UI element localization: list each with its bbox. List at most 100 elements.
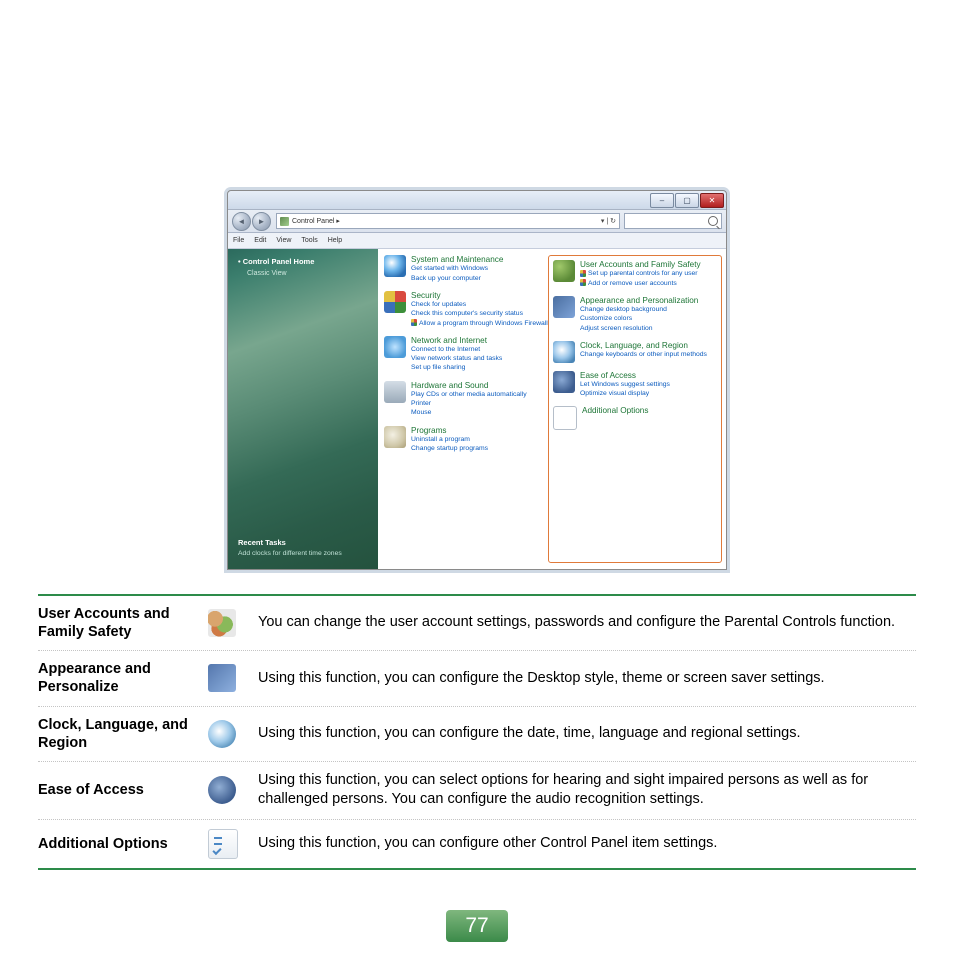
sidebar: Control Panel Home Classic View Recent T… xyxy=(228,249,378,569)
doc-row-desc: Using this function, you can configure t… xyxy=(258,724,916,744)
category-icon xyxy=(553,371,575,393)
category-title[interactable]: Security xyxy=(411,291,548,300)
maximize-button[interactable]: ▢ xyxy=(675,193,699,208)
category-item: System and MaintenanceGet started with W… xyxy=(384,255,548,283)
search-icon xyxy=(708,216,718,226)
doc-row: Appearance and Personalize Using this fun… xyxy=(38,651,916,706)
category-item: Additional Options xyxy=(553,406,717,430)
categories-right-highlighted: User Accounts and Family SafetySet up pa… xyxy=(548,255,722,563)
category-title[interactable]: Programs xyxy=(411,426,488,435)
add-icon xyxy=(208,829,238,859)
menu-file[interactable]: File xyxy=(233,237,244,244)
category-icon xyxy=(384,291,406,313)
doc-row-label: Additional Options xyxy=(38,835,208,853)
navbar: ◄ ► Control Panel ▸ ▾ | ↻ xyxy=(228,210,726,233)
address-bar[interactable]: Control Panel ▸ ▾ | ↻ xyxy=(276,213,620,229)
doc-row-desc: Using this function, you can select opti… xyxy=(258,771,916,810)
category-title[interactable]: User Accounts and Family Safety xyxy=(580,260,701,269)
category-sublink[interactable]: Let Windows suggest settings xyxy=(580,380,670,389)
category-sublink-shielded[interactable]: Add or remove user accounts xyxy=(580,279,701,288)
menubar: File Edit View Tools Help xyxy=(228,233,726,249)
doc-row-label: Clock, Language, and Region xyxy=(38,716,208,752)
categories-left: System and MaintenanceGet started with W… xyxy=(384,255,548,563)
category-title[interactable]: Ease of Access xyxy=(580,371,670,380)
main-panel: System and MaintenanceGet started with W… xyxy=(378,249,726,569)
clock-icon xyxy=(208,720,236,748)
category-item: Network and InternetConnect to the Inter… xyxy=(384,336,548,373)
category-item: Appearance and PersonalizationChange des… xyxy=(553,296,717,333)
doc-row: Clock, Language, and Region Using this fu… xyxy=(38,707,916,762)
forward-button[interactable]: ► xyxy=(252,212,271,231)
sidebar-home[interactable]: Control Panel Home xyxy=(238,257,368,266)
back-button[interactable]: ◄ xyxy=(232,212,251,231)
category-icon xyxy=(553,406,577,430)
breadcrumb-text: Control Panel ▸ xyxy=(292,217,340,225)
category-sublink[interactable]: Set up file sharing xyxy=(411,363,502,372)
category-title[interactable]: System and Maintenance xyxy=(411,255,503,264)
category-sublink[interactable]: Check this computer's security status xyxy=(411,309,548,318)
category-item: User Accounts and Family SafetySet up pa… xyxy=(553,260,717,288)
close-button[interactable]: ✕ xyxy=(700,193,724,208)
ease-icon xyxy=(208,776,236,804)
category-sublink[interactable]: Connect to the Internet xyxy=(411,345,502,354)
control-panel-window: – ▢ ✕ ◄ ► Control Panel ▸ ▾ | ↻ File Edi… xyxy=(227,190,727,570)
category-sublink[interactable]: Adjust screen resolution xyxy=(580,324,698,333)
users-icon xyxy=(208,609,236,637)
sidebar-classic-view[interactable]: Classic View xyxy=(247,270,368,277)
shield-icon xyxy=(580,270,586,277)
category-item: ProgramsUninstall a programChange startu… xyxy=(384,426,548,454)
doc-row-label: User Accounts and Family Safety xyxy=(38,605,208,641)
category-icon xyxy=(384,255,406,277)
doc-row-desc: Using this function, you can configure t… xyxy=(258,669,916,689)
category-icon xyxy=(384,336,406,358)
category-sublink[interactable]: Optimize visual display xyxy=(580,389,670,398)
category-sublink-shielded[interactable]: Set up parental controls for any user xyxy=(580,269,701,278)
category-sublink[interactable]: Change keyboards or other input methods xyxy=(580,350,707,359)
titlebar: – ▢ ✕ xyxy=(228,191,726,210)
category-sublink[interactable]: Mouse xyxy=(411,408,527,417)
doc-row: User Accounts and Family Safety You can c… xyxy=(38,596,916,651)
doc-row-label: Ease of Access xyxy=(38,781,208,799)
category-item: Clock, Language, and RegionChange keyboa… xyxy=(553,341,717,363)
category-title[interactable]: Hardware and Sound xyxy=(411,381,527,390)
doc-row: Ease of Access Using this function, you c… xyxy=(38,762,916,820)
menu-help[interactable]: Help xyxy=(328,237,342,244)
recent-tasks-heading: Recent Tasks xyxy=(238,538,368,547)
category-item: SecurityCheck for updatesCheck this comp… xyxy=(384,291,548,328)
doc-row: Additional Options Using this function, y… xyxy=(38,820,916,868)
category-sublink-shielded[interactable]: Allow a program through Windows Firewall xyxy=(411,319,548,328)
category-sublink[interactable]: Change desktop background xyxy=(580,305,698,314)
search-input[interactable] xyxy=(624,213,722,229)
category-icon xyxy=(384,381,406,403)
category-sublink[interactable]: View network status and tasks xyxy=(411,354,502,363)
category-sublink[interactable]: Change startup programs xyxy=(411,444,488,453)
category-icon xyxy=(553,260,575,282)
category-sublink[interactable]: Check for updates xyxy=(411,300,548,309)
category-sublink[interactable]: Printer xyxy=(411,399,527,408)
doc-row-label: Appearance and Personalize xyxy=(38,660,208,696)
category-title[interactable]: Additional Options xyxy=(582,406,648,415)
minimize-button[interactable]: – xyxy=(650,193,674,208)
shield-icon xyxy=(580,279,586,286)
category-item: Ease of AccessLet Windows suggest settin… xyxy=(553,371,717,399)
category-sublink[interactable]: Uninstall a program xyxy=(411,435,488,444)
category-item: Hardware and SoundPlay CDs or other medi… xyxy=(384,381,548,418)
control-panel-icon xyxy=(280,217,289,226)
category-sublink[interactable]: Get started with Windows xyxy=(411,264,503,273)
category-sublink[interactable]: Back up your computer xyxy=(411,274,503,283)
category-sublink[interactable]: Play CDs or other media automatically xyxy=(411,390,527,399)
menu-view[interactable]: View xyxy=(276,237,291,244)
category-title[interactable]: Network and Internet xyxy=(411,336,502,345)
doc-row-desc: You can change the user account settings… xyxy=(258,613,916,633)
doc-row-desc: Using this function, you can configure o… xyxy=(258,834,916,854)
menu-tools[interactable]: Tools xyxy=(301,237,317,244)
category-icon xyxy=(553,296,575,318)
page-number: 77 xyxy=(446,910,508,942)
recent-tasks-link[interactable]: Add clocks for different time zones xyxy=(238,550,368,559)
category-title[interactable]: Appearance and Personalization xyxy=(580,296,698,305)
category-sublink[interactable]: Customize colors xyxy=(580,314,698,323)
menu-edit[interactable]: Edit xyxy=(254,237,266,244)
category-icon xyxy=(384,426,406,448)
category-icon xyxy=(553,341,575,363)
category-title[interactable]: Clock, Language, and Region xyxy=(580,341,707,350)
